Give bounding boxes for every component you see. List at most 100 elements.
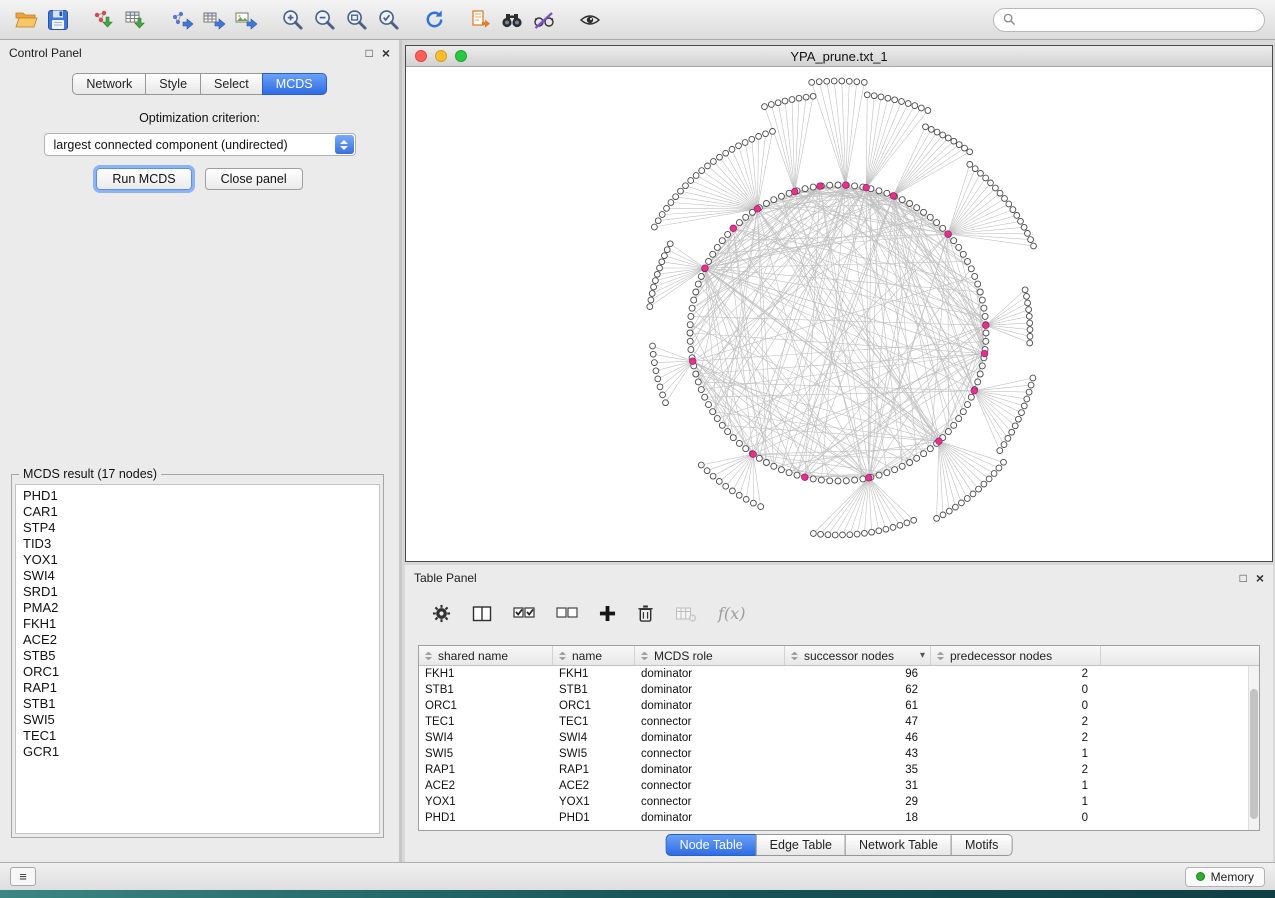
cell-predecessor-nodes: 2 — [931, 714, 1101, 730]
mcds-result-item[interactable]: STP4 — [23, 520, 379, 536]
status-menu-button[interactable]: ≡ — [10, 867, 36, 886]
mcds-result-item[interactable]: PHD1 — [23, 488, 379, 504]
select-all-button[interactable] — [513, 606, 535, 622]
tab-style[interactable]: Style — [145, 73, 201, 95]
criterion-select[interactable]: largest connected component (undirected) — [44, 133, 356, 156]
sort-icon — [424, 651, 433, 661]
window-maximize-button[interactable] — [455, 50, 467, 62]
close-table-panel-icon[interactable]: × — [1256, 570, 1264, 586]
export-network-icon — [170, 9, 194, 31]
delete-table-button-disabled — [675, 605, 697, 623]
close-panel-icon[interactable]: × — [382, 45, 390, 61]
apply-layout-button[interactable] — [418, 4, 450, 36]
float-table-panel-icon[interactable]: □ — [1240, 571, 1247, 585]
search-input[interactable] — [1022, 12, 1255, 28]
mcds-result-item[interactable]: RAP1 — [23, 680, 379, 696]
import-table-button[interactable] — [120, 4, 152, 36]
copy-style-button[interactable] — [464, 4, 496, 36]
zoom-in-button[interactable] — [276, 4, 308, 36]
table-row[interactable]: STB1STB1dominator620 — [419, 682, 1248, 698]
tab-node-table[interactable]: Node Table — [666, 834, 757, 856]
mcds-result-item[interactable]: GCR1 — [23, 744, 379, 760]
table-row[interactable]: ORC1ORC1dominator610 — [419, 698, 1248, 714]
scrollbar-thumb[interactable] — [1250, 689, 1258, 819]
mcds-result-item[interactable]: PMA2 — [23, 600, 379, 616]
cell-MCDS-role: dominator — [635, 682, 785, 698]
table-vertical-scrollbar[interactable] — [1248, 666, 1259, 830]
mcds-result-list[interactable]: PHD1CAR1STP4TID3YOX1SWI4SRD1PMA2FKH1ACE2… — [15, 484, 380, 834]
mcds-result-item[interactable]: SWI5 — [23, 712, 379, 728]
memory-button[interactable]: Memory — [1185, 867, 1265, 887]
zoom-out-button[interactable] — [308, 4, 340, 36]
tab-motifs[interactable]: Motifs — [951, 834, 1012, 856]
mcds-result-item[interactable]: CAR1 — [23, 504, 379, 520]
export-network-button[interactable] — [166, 4, 198, 36]
table-row[interactable]: YOX1YOX1connector291 — [419, 794, 1248, 810]
column-header-successor-nodes[interactable]: successor nodes▾ — [785, 646, 931, 665]
float-panel-icon[interactable]: □ — [366, 46, 373, 60]
trash-icon — [637, 604, 654, 623]
glasses-slash-icon — [532, 9, 556, 31]
mcds-result-item[interactable]: TID3 — [23, 536, 379, 552]
import-network-button[interactable] — [88, 4, 120, 36]
column-header-name[interactable]: name — [553, 646, 635, 665]
table-row[interactable]: SWI4SWI4dominator462 — [419, 730, 1248, 746]
tab-mcds[interactable]: MCDS — [262, 73, 327, 95]
cell-successor-nodes: 96 — [785, 666, 931, 682]
hide-selected-button[interactable] — [528, 4, 560, 36]
column-header-MCDS-role[interactable]: MCDS role — [635, 646, 785, 665]
mcds-result-item[interactable]: STB1 — [23, 696, 379, 712]
mcds-result-item[interactable]: STB5 — [23, 648, 379, 664]
window-close-button[interactable] — [415, 50, 427, 62]
find-objects-button[interactable] — [496, 4, 528, 36]
table-settings-button[interactable] — [432, 604, 451, 623]
mcds-result-item[interactable]: SWI4 — [23, 568, 379, 584]
control-panel: Control Panel □ × NetworkStyleSelectMCDS… — [0, 40, 402, 862]
export-table-button[interactable] — [198, 4, 230, 36]
deselect-all-button[interactable] — [556, 606, 578, 622]
cell-filler — [1101, 778, 1248, 794]
table-row[interactable]: ACE2ACE2connector311 — [419, 778, 1248, 794]
add-column-button[interactable] — [599, 605, 616, 622]
zoom-fit-button[interactable] — [340, 4, 372, 36]
tab-edge-table[interactable]: Edge Table — [756, 834, 846, 856]
cell-successor-nodes: 43 — [785, 746, 931, 762]
network-canvas[interactable] — [406, 67, 1272, 561]
table-row[interactable]: FKH1FKH1dominator962 — [419, 666, 1248, 682]
run-mcds-button[interactable]: Run MCDS — [96, 168, 191, 190]
control-panel-title: Control Panel — [9, 46, 82, 60]
table-row[interactable]: PHD1PHD1dominator180 — [419, 810, 1248, 826]
tab-select[interactable]: Select — [200, 73, 263, 95]
open-session-button[interactable] — [10, 4, 42, 36]
column-header-predecessor-nodes[interactable]: predecessor nodes — [931, 646, 1101, 665]
mcds-result-item[interactable]: ACE2 — [23, 632, 379, 648]
zoom-selected-button[interactable] — [372, 4, 404, 36]
delete-column-button[interactable] — [637, 604, 654, 623]
tab-network-table[interactable]: Network Table — [845, 834, 952, 856]
cell-name: FKH1 — [553, 666, 635, 682]
window-minimize-button[interactable] — [435, 50, 447, 62]
table-row[interactable]: RAP1RAP1dominator352 — [419, 762, 1248, 778]
mcds-result-item[interactable]: FKH1 — [23, 616, 379, 632]
status-bar: ≡ Memory — [0, 862, 1275, 890]
cell-filler — [1101, 714, 1248, 730]
plus-icon — [599, 605, 616, 622]
table-row[interactable]: SWI5SWI5connector431 — [419, 746, 1248, 762]
show-all-button[interactable] — [574, 4, 606, 36]
mcds-result-item[interactable]: TEC1 — [23, 728, 379, 744]
mcds-result-item[interactable]: ORC1 — [23, 664, 379, 680]
table-row[interactable]: TEC1TEC1connector472 — [419, 714, 1248, 730]
save-session-button[interactable] — [42, 4, 74, 36]
mcds-result-item[interactable]: YOX1 — [23, 552, 379, 568]
mcds-result-item[interactable]: SRD1 — [23, 584, 379, 600]
column-header-shared-name[interactable]: shared name — [419, 646, 553, 665]
close-panel-button[interactable]: Close panel — [205, 168, 303, 190]
column-menu-icon[interactable]: ▾ — [920, 650, 925, 661]
network-graph — [406, 67, 1272, 561]
unchecked-boxes-icon — [556, 606, 578, 622]
cell-predecessor-nodes: 0 — [931, 810, 1101, 826]
toggle-column-view-button[interactable] — [472, 605, 492, 623]
tab-network[interactable]: Network — [72, 73, 146, 95]
export-image-button[interactable] — [230, 4, 262, 36]
sort-icon — [936, 651, 945, 661]
